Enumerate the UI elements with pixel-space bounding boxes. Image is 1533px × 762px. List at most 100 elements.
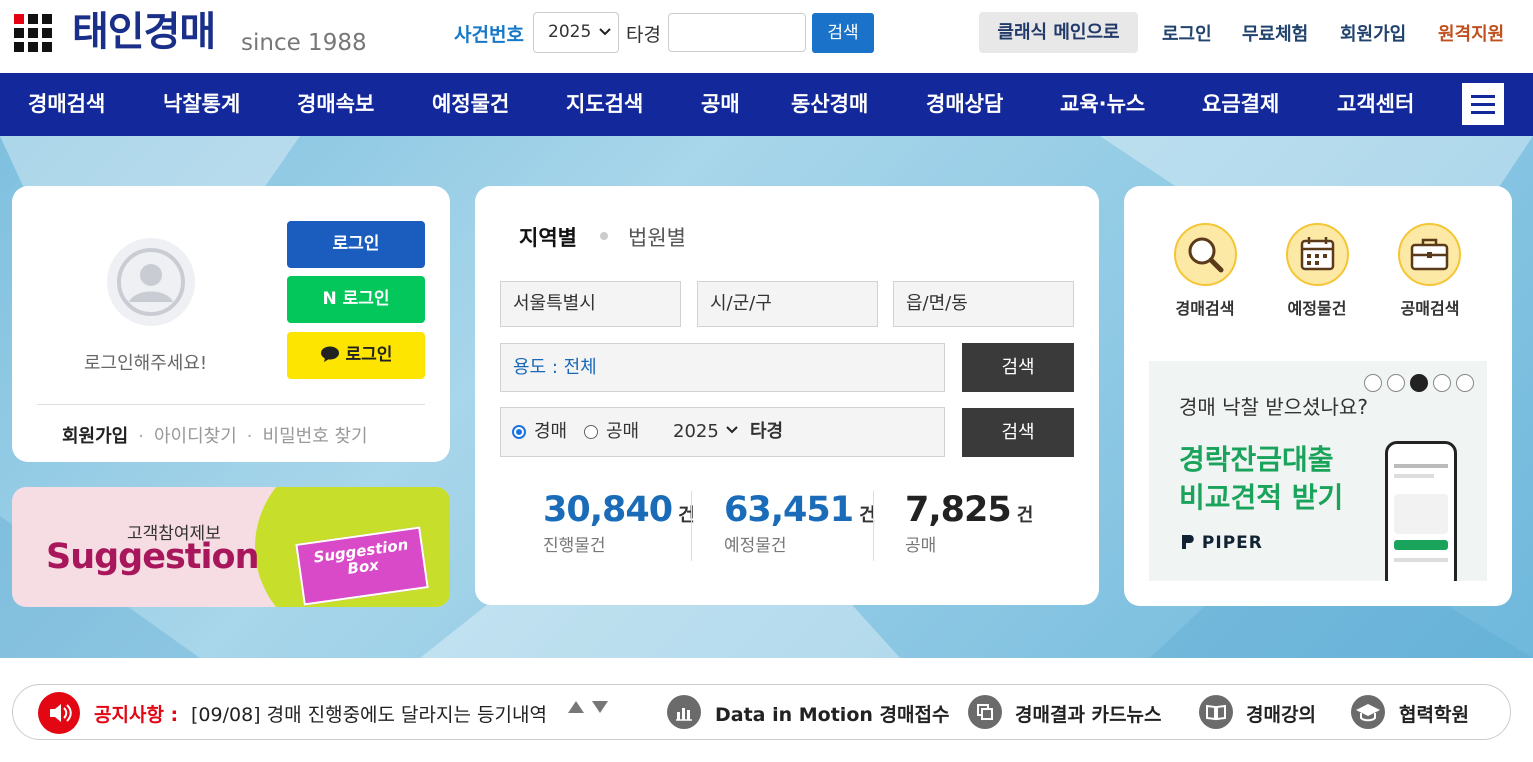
ad-brand: PIPER [1181,533,1263,553]
carousel-dot[interactable] [1364,374,1382,392]
nav-item-auction-search[interactable]: 경매검색 [28,73,105,136]
district-select[interactable]: 시/군/구 [697,281,878,327]
radio-public[interactable] [584,425,598,439]
classic-main-button[interactable]: 클래식 메인으로 [979,12,1138,53]
hero-section: 로그인해주세요! 로그인 N 로그인 로그인 회원가입 · 아이디찾기 · 비밀번호 찾… [0,136,1533,658]
ad-headline-2: 비교견적 받기 [1179,481,1344,514]
case-search-button[interactable]: 검색 [962,408,1074,457]
case-search-row: 경매 공매 2025 타경 [500,407,945,457]
briefcase-icon[interactable] [1398,223,1461,286]
logo-since: since 1988 [241,30,367,56]
logo-mark-icon[interactable] [14,14,52,52]
quick-menu-card: 경매검색 예정물건 공매검색 경매 낙찰 받으셨나요? 경락잔금대출 비교견적 … [1124,186,1512,606]
quick-public-search-label[interactable]: 공매검색 [1380,295,1480,319]
quick-scheduled-label[interactable]: 예정물건 [1267,295,1367,319]
town-select[interactable]: 읍/면/동 [893,281,1074,327]
tk-label: 타경 [626,24,661,46]
nav-item-public-sale[interactable]: 공매 [701,73,740,136]
bar-chart-icon [667,695,701,729]
nav-item-payment[interactable]: 요금결제 [1202,73,1279,136]
region-search-button[interactable]: 검색 [962,343,1074,392]
suggestion-eng: Suggestion [46,537,259,577]
stat-progress-unit: 건 [678,505,695,526]
lecture-link[interactable]: 경매강의 [1246,700,1316,727]
card-news-link[interactable]: 경매결과 카드뉴스 [1015,700,1161,727]
free-trial-link[interactable]: 무료체험 [1242,20,1308,46]
carousel-dot-active[interactable] [1410,374,1428,392]
signup-link[interactable]: 회원가입 [1340,20,1406,46]
nav-item-education-news[interactable]: 교육·뉴스 [1060,73,1145,136]
stat-progress[interactable]: 30,840 건 진행물건 [543,486,695,558]
stat-progress-num: 30,840 [543,490,673,530]
book-icon [1199,695,1233,729]
ad-question: 경매 낙찰 받으셨나요? [1179,395,1368,419]
use-select[interactable]: 용도 : 전체 [500,343,945,392]
partner-academy-link[interactable]: 협력학원 [1399,700,1469,727]
stat-scheduled[interactable]: 63,451 건 예정물건 [724,486,876,558]
arrow-up-icon[interactable] [567,699,591,720]
stat-scheduled-num: 63,451 [724,490,854,530]
signup-link-card[interactable]: 회원가입 [62,426,128,447]
ad-headline: 경락잔금대출 비교견적 받기 [1179,441,1343,517]
naver-login-button[interactable]: N 로그인 [287,276,425,323]
find-password-link[interactable]: 비밀번호 찾기 [263,426,368,447]
stat-scheduled-label: 예정물건 [724,536,787,556]
top-header: 태인경매 since 1988 사건번호 2025 타경 검색 클래식 메인으로… [0,0,1533,72]
radio-public-label: 공매 [606,421,640,442]
stat-progress-label: 진행물건 [543,536,606,556]
stat-public-unit: 건 [1016,505,1034,526]
remote-support-link[interactable]: 원격지원 [1438,20,1504,46]
nav-item-bid-stats[interactable]: 낙찰통계 [163,73,240,136]
arrow-down-icon[interactable] [591,699,609,720]
stat-divider [691,491,692,561]
nav-item-customer-center[interactable]: 고객센터 [1337,73,1414,136]
carousel-dot[interactable] [1433,374,1451,392]
login-prompt: 로그인해주세요! [84,353,208,374]
hamburger-menu-icon[interactable] [1462,83,1504,125]
chevron-down-icon [598,13,612,68]
search-card: 지역별 법원별 서울특별시 시/군/구 읍/면/동 용도 : 전체 검색 경매 … [475,186,1099,605]
stat-public[interactable]: 7,825 건 공매 [905,486,1033,558]
kakao-login-label: 로그인 [345,345,393,365]
notice-text[interactable]: [09/08] 경매 진행중에도 달라지는 등기내역 [191,700,555,727]
calendar-icon[interactable] [1286,223,1349,286]
login-card: 로그인해주세요! 로그인 N 로그인 로그인 회원가입 · 아이디찾기 · 비밀번호 찾… [12,186,450,462]
tab-court[interactable]: 법원별 [628,222,686,252]
nav-item-movable-auction[interactable]: 동산경매 [791,73,868,136]
copy-icon [968,695,1002,729]
ad-headline-1: 경락잔금대출 [1179,443,1334,476]
quick-auction-search-label[interactable]: 경매검색 [1155,295,1255,319]
carousel-dot[interactable] [1387,374,1405,392]
speaker-icon [38,692,80,734]
year-select[interactable]: 2025 [533,12,619,53]
carousel-dot[interactable] [1456,374,1474,392]
year-select-value: 2025 [548,22,592,42]
chevron-down-icon [725,426,738,434]
suggestion-banner[interactable]: 고객참여제보 Suggestion Suggestion Box [12,487,450,607]
stat-public-num: 7,825 [905,490,1012,530]
tab-region[interactable]: 지역별 [519,222,577,252]
logo-text[interactable]: 태인경매 [72,6,216,58]
graduation-cap-icon [1351,695,1385,729]
nav-item-map-search[interactable]: 지도검색 [566,73,643,136]
city-select[interactable]: 서울특별시 [500,281,681,327]
nav-item-scheduled[interactable]: 예정물건 [432,73,509,136]
login-button[interactable]: 로그인 [287,221,425,268]
nav-item-consulting[interactable]: 경매상담 [926,73,1003,136]
data-in-motion-link[interactable]: Data in Motion 경매접수 [715,700,949,727]
nav-item-auction-news[interactable]: 경매속보 [297,73,374,136]
login-links: 회원가입 · 아이디찾기 · 비밀번호 찾기 [62,426,368,447]
case-year-select[interactable]: 2025 [673,408,739,456]
suggestion-box-text: Suggestion Box [312,535,410,578]
kakao-login-button[interactable]: 로그인 [287,332,425,379]
login-link[interactable]: 로그인 [1162,20,1212,46]
main-nav: 경매검색 낙찰통계 경매속보 예정물건 지도검색 공매 동산경매 경매상담 교육… [0,73,1533,136]
find-id-link[interactable]: 아이디찾기 [154,426,237,447]
top-search-button[interactable]: 검색 [812,13,874,53]
piper-logo-icon [1182,535,1194,549]
radio-auction[interactable] [512,425,526,439]
ad-banner[interactable]: 경매 낙찰 받으셨나요? 경락잔금대출 비교견적 받기 PIPER [1149,361,1487,581]
case-number-label: 사건번호 [454,24,524,46]
magnifier-icon[interactable] [1174,223,1237,286]
case-number-input[interactable] [668,13,806,52]
